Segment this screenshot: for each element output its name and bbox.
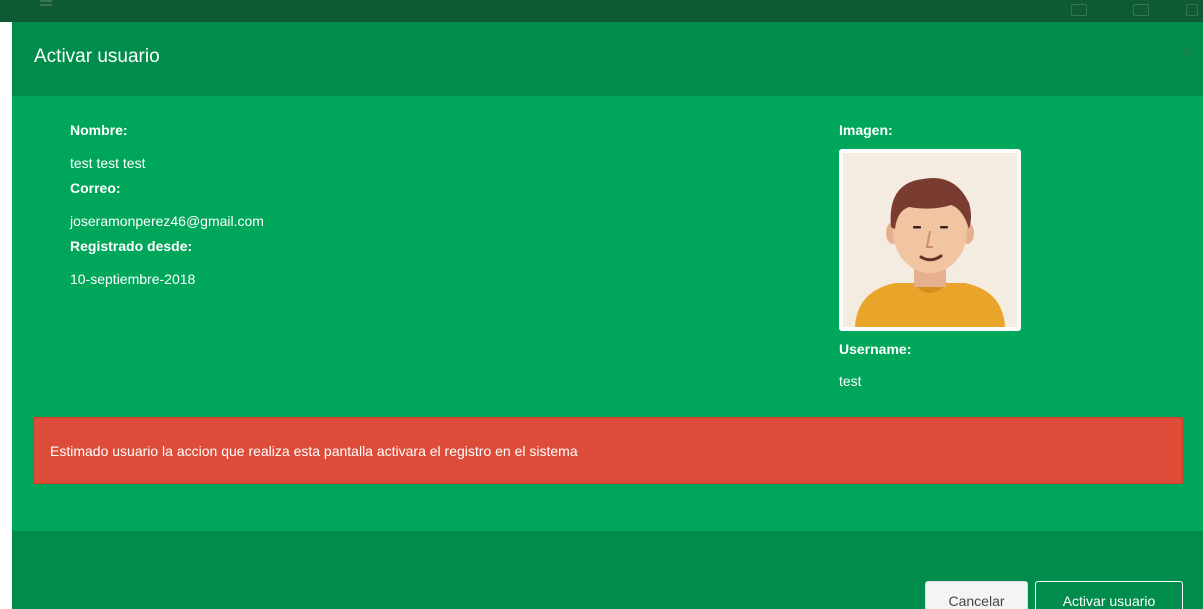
correo-label: Correo: <box>70 180 121 196</box>
flag-icon <box>1186 4 1198 16</box>
modal-title: Activar usuario <box>34 46 160 67</box>
mail-icon <box>1071 4 1087 16</box>
registrado-value: 10-septiembre-2018 <box>70 271 196 287</box>
avatar-frame <box>839 149 1021 331</box>
registrado-label: Registrado desde: <box>70 238 193 254</box>
modal-footer: Cancelar Activar usuario <box>12 531 1203 609</box>
notifications-icon <box>1133 4 1149 16</box>
modal-header: Activar usuario × <box>12 22 1203 96</box>
activate-user-modal: Activar usuario × Nombre: test test test… <box>12 22 1203 609</box>
username-value: test <box>839 373 862 389</box>
modal-body: Nombre: test test test Correo: joseramon… <box>12 96 1203 531</box>
imagen-label: Imagen: <box>839 122 893 138</box>
activate-user-button[interactable]: Activar usuario <box>1035 581 1183 609</box>
cancel-button[interactable]: Cancelar <box>925 581 1028 609</box>
user-avatar-image <box>843 153 1017 327</box>
danger-alert: Estimado usuario la accion que realiza e… <box>33 417 1183 484</box>
menu-icon <box>40 0 52 6</box>
alert-message: Estimado usuario la accion que realiza e… <box>50 443 578 459</box>
username-label: Username: <box>839 341 912 357</box>
nombre-label: Nombre: <box>70 122 128 138</box>
close-icon[interactable]: × <box>1182 42 1193 63</box>
background-navbar <box>0 0 1203 22</box>
correo-value: joseramonperez46@gmail.com <box>70 213 264 229</box>
nombre-value: test test test <box>70 155 146 171</box>
